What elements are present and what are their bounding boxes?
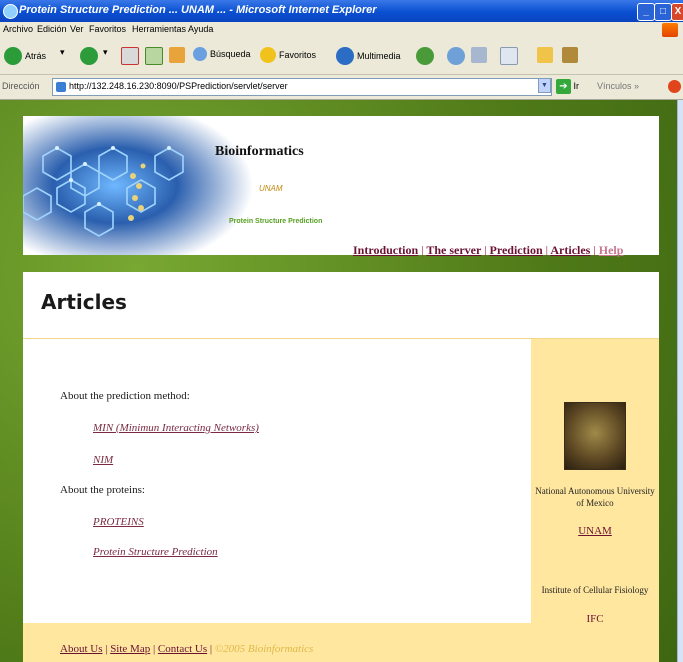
nav-introduction[interactable]: Introduction <box>353 243 418 257</box>
page-title: Articles <box>41 290 127 314</box>
stop-button[interactable] <box>121 47 139 67</box>
print-button[interactable] <box>471 47 487 67</box>
menu-ayuda[interactable]: Ayuda <box>188 24 213 34</box>
favorites-icon <box>260 47 276 63</box>
toolbar: Atrás ▾ ▾ Búsqueda Favoritos Multimedia <box>0 39 683 75</box>
footer-about[interactable]: About Us <box>60 643 102 655</box>
search-button[interactable]: Búsqueda <box>193 47 251 67</box>
footer-copyright: ©2005 Bioinformatics <box>214 643 314 655</box>
menu-edicion[interactable]: Edición <box>37 24 67 34</box>
messenger-icon <box>537 47 553 63</box>
page-content: Bioinformatics UNAM Protein Structure Pr… <box>0 100 683 662</box>
home-button[interactable] <box>169 47 185 67</box>
footer: About Us | Site Map | Contact Us | ©2005… <box>23 623 659 662</box>
refresh-button[interactable] <box>145 47 163 67</box>
forward-icon <box>80 47 98 65</box>
link-nim[interactable]: NIM <box>93 454 113 466</box>
footer-contact[interactable]: Contact Us <box>158 643 207 655</box>
main-panel: Articles About the prediction method: MI… <box>23 272 659 662</box>
minimize-button[interactable]: _ <box>637 3 655 21</box>
nav-articles[interactable]: Articles <box>550 243 590 257</box>
footer-sitemap[interactable]: Site Map <box>110 643 150 655</box>
back-button[interactable]: Atrás <box>4 47 46 67</box>
window-title: Protein Structure Prediction ... UNAM ..… <box>19 4 377 16</box>
edit-button[interactable] <box>500 47 518 67</box>
edit-icon <box>500 47 518 65</box>
messenger-button[interactable] <box>537 47 553 67</box>
close-button[interactable]: X <box>671 3 683 21</box>
link-min[interactable]: MIN (Minimun Interacting Networks) <box>93 422 259 434</box>
vertical-scrollbar[interactable] <box>677 100 683 662</box>
links-icon[interactable] <box>668 80 681 93</box>
method-heading: About the prediction method: <box>60 390 190 402</box>
stop-icon <box>121 47 139 65</box>
window-title-bar: Protein Structure Prediction ... UNAM ..… <box>0 0 683 22</box>
molecule-image <box>23 116 253 255</box>
home-icon <box>169 47 185 63</box>
main-nav: Introduction | The server | Prediction |… <box>353 243 624 257</box>
mail-icon <box>447 47 465 65</box>
footer-links: About Us | Site Map | Contact Us | ©2005… <box>60 643 314 655</box>
mail-button[interactable] <box>447 47 465 67</box>
address-dropdown[interactable]: ▼ <box>538 78 551 93</box>
forward-button[interactable] <box>80 47 98 67</box>
site-org: UNAM <box>259 184 283 193</box>
back-dropdown[interactable]: ▾ <box>60 47 65 67</box>
maximize-button[interactable]: □ <box>654 3 672 21</box>
go-arrow-icon: ➔ <box>556 79 571 94</box>
windows-logo-icon <box>662 23 678 37</box>
nav-the-server[interactable]: The server <box>426 243 481 257</box>
menu-favoritos[interactable]: Favoritos <box>89 24 126 34</box>
forward-dropdown[interactable]: ▾ <box>103 47 108 67</box>
multimedia-button[interactable]: Multimedia <box>336 47 401 67</box>
address-input[interactable] <box>69 80 531 92</box>
print-icon <box>471 47 487 63</box>
folder-icon <box>562 47 578 63</box>
sidebar-unam-link[interactable]: UNAM <box>531 525 659 537</box>
proteins-heading: About the proteins: <box>60 484 145 496</box>
search-icon <box>193 47 207 61</box>
institute-name: Institute of Cellular Fisiology <box>541 585 649 595</box>
unam-seal-image <box>564 402 626 470</box>
site-subtitle: Protein Structure Prediction <box>229 218 323 225</box>
nav-help[interactable]: Help <box>599 243 624 257</box>
site-header: Bioinformatics UNAM Protein Structure Pr… <box>23 116 659 257</box>
university-name: National Autonomous University of Mexico <box>535 486 655 508</box>
back-icon <box>4 47 22 65</box>
menu-ver[interactable]: Ver <box>70 24 84 34</box>
menu-bar: Archivo Edición Ver Favoritos Herramient… <box>0 22 683 40</box>
link-proteins[interactable]: PROTEINS <box>93 516 144 528</box>
menu-archivo[interactable]: Archivo <box>3 24 33 34</box>
address-field[interactable] <box>52 78 552 96</box>
site-title: Bioinformatics <box>215 144 304 159</box>
multimedia-icon <box>336 47 354 65</box>
go-button[interactable]: ➔ Ir <box>556 79 579 94</box>
links-button[interactable]: Vínculos » <box>597 81 639 91</box>
page-icon <box>56 82 66 92</box>
ie-icon <box>3 4 18 19</box>
favorites-button[interactable]: Favoritos <box>260 47 316 67</box>
nav-prediction[interactable]: Prediction <box>490 243 543 257</box>
refresh-icon <box>145 47 163 65</box>
address-label: Dirección <box>2 81 40 91</box>
address-bar: Dirección ▼ ➔ Ir Vínculos » <box>0 75 683 100</box>
menu-herramientas[interactable]: Herramientas <box>132 24 186 34</box>
history-button[interactable] <box>416 47 434 67</box>
history-icon <box>416 47 434 65</box>
folder-button[interactable] <box>562 47 578 67</box>
link-protein-structure-prediction[interactable]: Protein Structure Prediction <box>93 546 218 558</box>
sidebar: National Autonomous University of Mexico… <box>531 339 659 625</box>
